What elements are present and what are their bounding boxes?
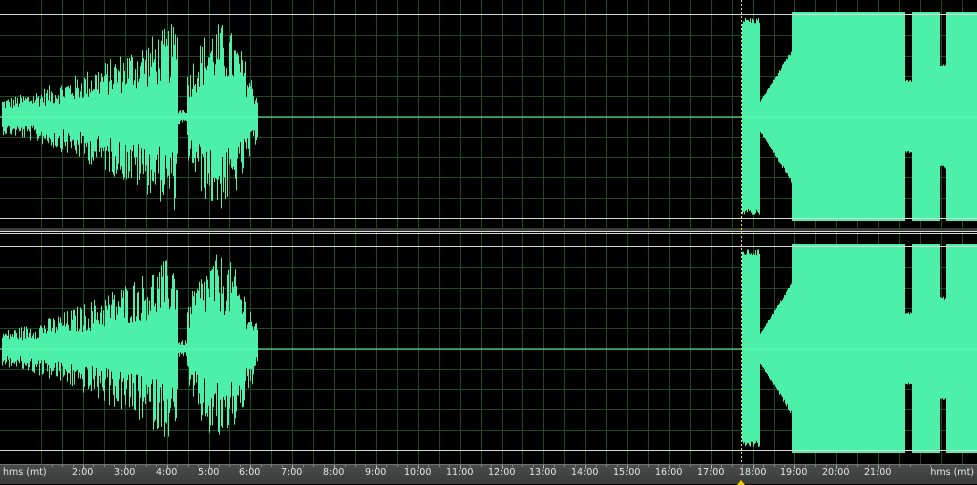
- ruler-minor-tick: [177, 465, 178, 467]
- ruler-label: 8:00: [323, 467, 345, 478]
- ruler-minor-tick: [596, 465, 597, 467]
- ruler-minor-tick: [617, 465, 618, 467]
- ruler-minor-tick: [156, 465, 157, 467]
- ruler-label: 19:00: [780, 467, 808, 478]
- ruler-minor-tick: [522, 465, 523, 467]
- ruler-minor-tick: [219, 465, 220, 467]
- ruler-minor-tick: [198, 465, 199, 467]
- ruler-minor-tick: [491, 465, 492, 467]
- ruler-minor-tick: [815, 465, 816, 467]
- ruler-minor-tick: [324, 465, 325, 467]
- ruler-minor-tick: [690, 465, 691, 467]
- ruler-minor-tick: [826, 465, 827, 467]
- ruler-minor-tick: [930, 465, 931, 467]
- waveform-canvas[interactable]: [0, 0, 977, 464]
- ruler-label: 9:00: [365, 467, 387, 478]
- ruler-minor-tick: [73, 465, 74, 467]
- ruler-minor-tick: [355, 465, 356, 467]
- ruler-minor-tick: [658, 465, 659, 467]
- ruler-label: 4:00: [156, 467, 178, 478]
- ruler-minor-tick: [742, 465, 743, 467]
- ruler-minor-tick: [857, 465, 858, 467]
- time-ruler[interactable]: hms (mt) hms (mt) 2:00 3:00 4:00 5:00 6:00 7:…: [0, 464, 977, 485]
- ruler-minor-tick: [700, 465, 701, 467]
- ruler-minor-tick: [638, 465, 639, 467]
- ruler-minor-tick: [365, 465, 366, 467]
- ruler-minor-tick: [52, 465, 53, 467]
- ruler-minor-tick: [606, 465, 607, 467]
- ruler-label: 10:00: [404, 467, 432, 478]
- ruler-minor-tick: [114, 465, 115, 467]
- ruler-minor-tick: [564, 465, 565, 467]
- ruler-minor-tick: [397, 465, 398, 467]
- ruler-minor-tick: [868, 465, 869, 467]
- ruler-minor-tick: [146, 465, 147, 467]
- ruler-minor-tick: [261, 465, 262, 467]
- ruler-label: 21:00: [864, 467, 892, 478]
- ruler-minor-tick: [271, 465, 272, 467]
- ruler-minor-tick: [229, 465, 230, 467]
- ruler-minor-tick: [533, 465, 534, 467]
- ruler-label: 15:00: [613, 467, 641, 478]
- ruler-minor-tick: [732, 465, 733, 467]
- ruler-minor-tick: [648, 465, 649, 467]
- ruler-minor-tick: [439, 465, 440, 467]
- ruler-minor-tick: [407, 465, 408, 467]
- ruler-minor-tick: [282, 465, 283, 467]
- ruler-minor-tick: [470, 465, 471, 467]
- ruler-label: 14:00: [571, 467, 599, 478]
- ruler-label: 5:00: [198, 467, 220, 478]
- ruler-label: 16:00: [655, 467, 683, 478]
- ruler-minor-tick: [512, 465, 513, 467]
- ruler-minor-tick: [721, 465, 722, 467]
- ruler-unit-right: hms (mt): [930, 467, 974, 478]
- ruler-minor-tick: [899, 465, 900, 467]
- ruler-minor-tick: [135, 465, 136, 467]
- ruler-label: 6:00: [239, 467, 261, 478]
- ruler-minor-tick: [303, 465, 304, 467]
- ruler-minor-tick: [386, 465, 387, 467]
- ruler-label: 11:00: [446, 467, 474, 478]
- ruler-minor-tick: [774, 465, 775, 467]
- ruler-minor-tick: [93, 465, 94, 467]
- ruler-label: 17:00: [697, 467, 725, 478]
- ruler-minor-tick: [763, 465, 764, 467]
- ruler-minor-tick: [481, 465, 482, 467]
- ruler-minor-tick: [847, 465, 848, 467]
- ruler-minor-tick: [575, 465, 576, 467]
- ruler-minor-tick: [104, 465, 105, 467]
- ruler-label: 2:00: [72, 467, 94, 478]
- ruler-label: 7:00: [281, 467, 303, 478]
- ruler-minor-tick: [313, 465, 314, 467]
- ruler-label: 13:00: [529, 467, 557, 478]
- channel-divider[interactable]: [0, 228, 977, 231]
- ruler-minor-tick: [240, 465, 241, 467]
- ruler-minor-tick: [679, 465, 680, 467]
- ruler-minor-tick: [784, 465, 785, 467]
- ruler-minor-tick: [62, 465, 63, 467]
- ruler-minor-tick: [449, 465, 450, 467]
- ruler-minor-tick: [188, 465, 189, 467]
- ruler-minor-tick: [428, 465, 429, 467]
- playhead-marker-icon[interactable]: [737, 480, 745, 485]
- ruler-label: 3:00: [114, 467, 136, 478]
- ruler-label: 12:00: [488, 467, 516, 478]
- ruler-label: 18:00: [739, 467, 767, 478]
- ruler-minor-tick: [910, 465, 911, 467]
- ruler-unit-left: hms (mt): [3, 467, 47, 478]
- ruler-minor-tick: [805, 465, 806, 467]
- ruler-minor-tick: [889, 465, 890, 467]
- waveform-display[interactable]: [0, 0, 977, 464]
- ruler-label: 20:00: [822, 467, 850, 478]
- ruler-minor-tick: [554, 465, 555, 467]
- ruler-minor-tick: [345, 465, 346, 467]
